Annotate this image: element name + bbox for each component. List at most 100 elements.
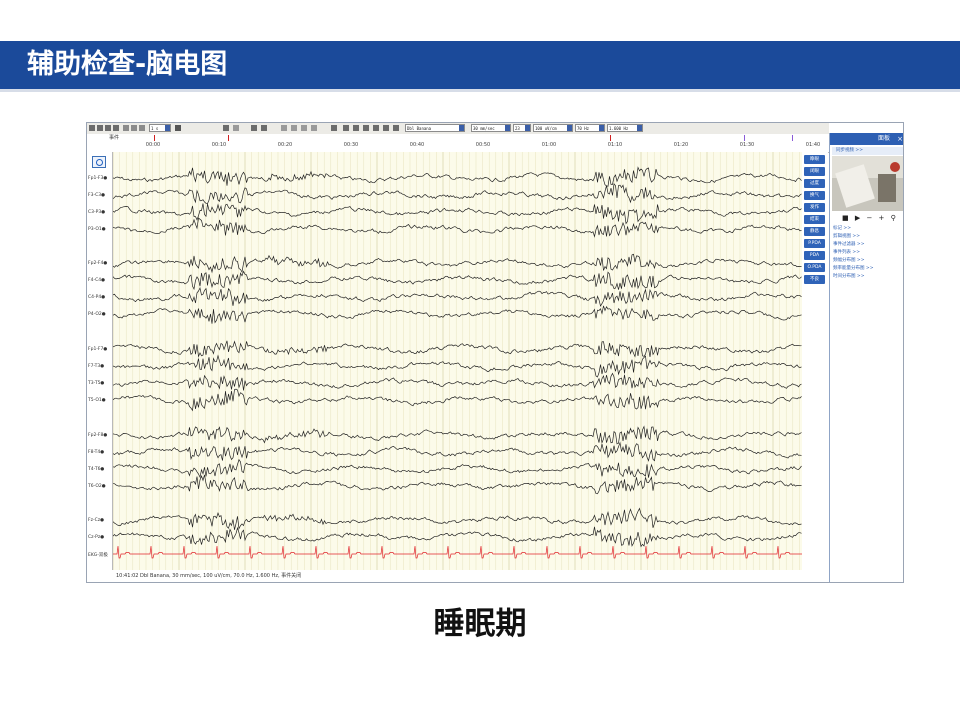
chevron-down-icon	[525, 125, 530, 131]
panel-link[interactable]: 频幅分布图 >>	[833, 257, 864, 263]
channel-label[interactable]: F8-T4●	[88, 450, 104, 455]
measure-icon[interactable]	[311, 125, 317, 131]
photo-icon[interactable]	[353, 125, 359, 131]
channel-label[interactable]: T3-T5●	[88, 381, 104, 386]
folder-icon[interactable]	[343, 125, 349, 131]
event-marker[interactable]	[154, 135, 155, 141]
panel-link[interactable]: 时间分布图 >>	[833, 273, 864, 279]
annotation-button[interactable]: 结束	[804, 215, 825, 224]
event-marker[interactable]	[744, 135, 745, 141]
speed-select[interactable]: 30 mm/sec	[471, 124, 511, 132]
copy-icon[interactable]	[105, 125, 111, 131]
marker-icon[interactable]	[223, 125, 229, 131]
chevron-down-icon	[165, 125, 170, 131]
video-icon[interactable]	[383, 125, 389, 131]
lowpass-select[interactable]: 70 Hz	[575, 124, 605, 132]
print-icon[interactable]	[97, 125, 103, 131]
channel-label[interactable]: Fp2-F8●	[88, 433, 107, 438]
tools-icon[interactable]	[363, 125, 369, 131]
channel-label[interactable]: F4-C4●	[88, 278, 105, 283]
eeg-waveform-area[interactable]	[113, 152, 802, 570]
eeg-trace	[113, 286, 802, 307]
panel-link[interactable]: 标记 >>	[833, 225, 851, 231]
annotation-button[interactable]: PDA	[804, 251, 825, 260]
channel-label[interactable]: C4-P4●	[88, 295, 105, 300]
montage-select[interactable]: Dbl Banana	[405, 124, 465, 132]
panel-link[interactable]: 事件过滤器 >>	[833, 241, 864, 247]
panel-link[interactable]: 剪辑视图 >>	[833, 233, 860, 239]
eeg-trace	[113, 441, 802, 462]
save-icon[interactable]	[89, 125, 95, 131]
target-icon[interactable]	[92, 156, 106, 168]
channel-label[interactable]: F3-C3●	[88, 193, 105, 198]
annotation-button[interactable]: 不良	[804, 275, 825, 284]
panel-link[interactable]: 频率能量分布图 >>	[833, 265, 873, 271]
panel-link[interactable]: 事件列表 >>	[833, 249, 860, 255]
sensitivity-select[interactable]: 100 uV/cm	[533, 124, 573, 132]
channel-label[interactable]: Fp1-F3●	[88, 176, 107, 181]
chevron-down-icon	[567, 125, 572, 131]
annotation-button[interactable]: 静息	[804, 227, 825, 236]
annotation-button[interactable]: 发作	[804, 203, 825, 212]
video-section-header[interactable]: 同步视频 >>	[832, 147, 903, 155]
dots-icon[interactable]	[233, 125, 239, 131]
channel-label[interactable]: EKG-双极	[88, 552, 108, 558]
cursor-cross-icon[interactable]	[291, 125, 297, 131]
filter-icon[interactable]	[261, 125, 267, 131]
panel-title: 面板	[877, 135, 890, 142]
video-controls[interactable]: ■ ▶ − + ⚲	[842, 214, 898, 222]
channel-label[interactable]: T4-T6●	[88, 467, 104, 472]
channel-label[interactable]: P3-O1●	[88, 227, 106, 232]
montage-icon[interactable]	[393, 125, 399, 131]
eeg-trace	[113, 458, 802, 479]
eeg-trace	[113, 507, 802, 530]
record-icon[interactable]	[113, 125, 119, 131]
channel-label[interactable]: P4-O2●	[88, 312, 106, 317]
gain-step-select[interactable]: 23	[513, 124, 531, 132]
channel-label[interactable]: F7-T3●	[88, 364, 104, 369]
music-note-icon[interactable]	[175, 125, 181, 131]
settings-icon[interactable]	[373, 125, 379, 131]
event-marker[interactable]	[228, 135, 229, 141]
close-icon[interactable]: ×	[897, 133, 903, 145]
page-select[interactable]: 1 s	[149, 124, 171, 132]
channel-label[interactable]: Fp1-F7●	[88, 347, 107, 352]
eeg-traces[interactable]	[113, 152, 802, 570]
event-marker[interactable]	[610, 135, 611, 141]
status-bar: 10:41:02 Dbl Banana, 30 mm/sec, 100 uV/c…	[113, 570, 802, 582]
back-icon[interactable]	[131, 125, 137, 131]
time-tick-label: 00:30	[343, 142, 359, 148]
channel-label[interactable]: T5-O1●	[88, 398, 106, 403]
annotation-button[interactable]: 闭眼	[804, 167, 825, 176]
time-tick-label: 00:00	[145, 142, 161, 148]
sync-video-frame[interactable]	[832, 156, 903, 211]
channel-label[interactable]: Fz-Cz●	[88, 518, 104, 523]
channel-label[interactable]: Fp2-F4●	[88, 261, 107, 266]
undo-icon[interactable]	[251, 125, 257, 131]
time-tick-label: 00:50	[475, 142, 491, 148]
annotation-button[interactable]: O.PDA	[804, 263, 825, 272]
eeg-trace	[113, 182, 802, 204]
search-icon[interactable]	[331, 125, 337, 131]
channel-label[interactable]: T6-O2●	[88, 484, 106, 489]
eeg-trace	[113, 217, 802, 238]
gain-step-value: 23	[515, 126, 520, 131]
channel-label[interactable]: Cz-Pz●	[88, 535, 104, 540]
event-marker[interactable]	[792, 135, 793, 141]
channel-label[interactable]: C3-P3●	[88, 210, 105, 215]
sensitivity-value: 100 uV/cm	[535, 126, 557, 131]
forward-icon[interactable]	[139, 125, 145, 131]
annotation-button[interactable]: P.PDA	[804, 239, 825, 248]
ruler-icon[interactable]	[301, 125, 307, 131]
video-person	[878, 174, 896, 202]
time-ruler[interactable]: 事件 00:00 00:10 00:20 00:30 00:40 00:50 0…	[87, 134, 829, 153]
rewind-icon[interactable]	[123, 125, 129, 131]
highpass-select[interactable]: 1.600 Hz	[607, 124, 643, 132]
time-tick-label: 01:00	[541, 142, 557, 148]
zoom-box-icon[interactable]	[281, 125, 287, 131]
lowpass-value: 70 Hz	[577, 126, 590, 131]
page-select-value: 1 s	[151, 126, 159, 131]
annotation-button[interactable]: 换气	[804, 191, 825, 200]
annotation-button[interactable]: 过度	[804, 179, 825, 188]
annotation-button[interactable]: 睁眼	[804, 155, 825, 164]
